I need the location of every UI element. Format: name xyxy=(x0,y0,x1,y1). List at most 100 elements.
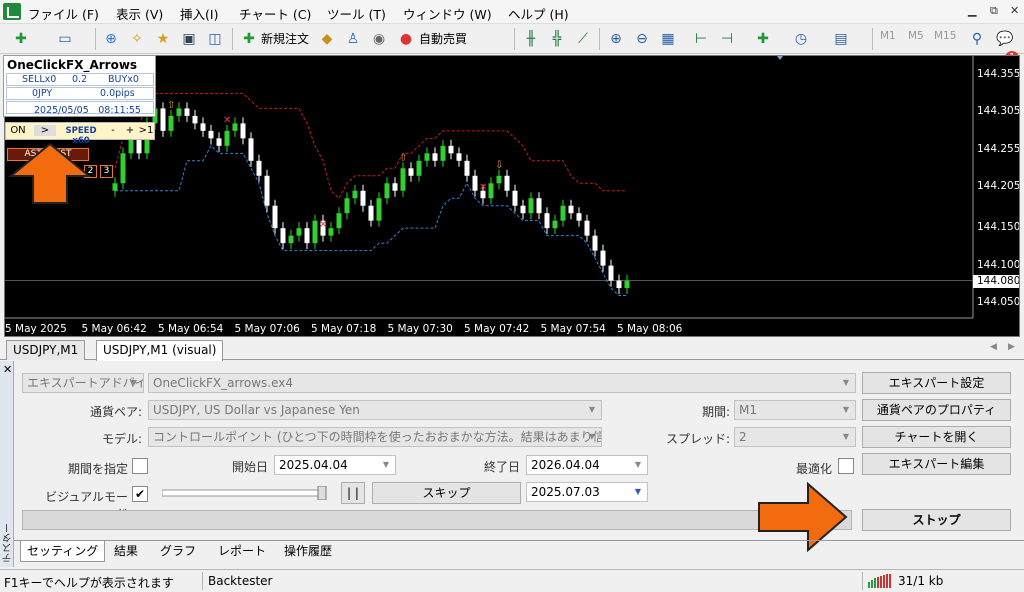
candle-body xyxy=(376,198,382,221)
buy-count[interactable]: BUYx0 xyxy=(108,74,139,85)
period-label: 期間: xyxy=(701,405,730,419)
timeframe-m15[interactable]: M15 xyxy=(934,30,956,42)
visual-mode-checkbox[interactable]: ✔ xyxy=(132,486,148,502)
sell-count[interactable]: SELLx0 xyxy=(22,74,56,85)
navigator-icon[interactable]: ★ xyxy=(152,28,174,50)
signal-marker: ⇧ xyxy=(167,100,175,111)
tester-icon[interactable]: ◫ xyxy=(204,28,226,50)
tab-journal[interactable]: 操作履歴 xyxy=(278,541,338,562)
candle-body xyxy=(472,175,478,191)
stop-button[interactable]: ストップ xyxy=(862,509,1011,531)
tab-usdjpy-m1[interactable]: USDJPY,M1 xyxy=(6,340,86,360)
candle-body xyxy=(544,213,550,229)
menu-insert[interactable]: 挿入(I) xyxy=(180,4,218,23)
signal-marker: ✕ xyxy=(319,220,327,231)
candle-body xyxy=(128,138,134,154)
restore-icon[interactable]: ⧉ xyxy=(990,4,998,18)
symbol-properties-button[interactable]: 通貨ペアのプロパティ xyxy=(862,399,1011,421)
candle-body xyxy=(272,205,278,229)
candle-body xyxy=(176,108,182,116)
period-select[interactable]: M1 ▼ xyxy=(734,400,856,420)
data-window-icon[interactable]: ✧ xyxy=(126,28,148,50)
timeframe-m1[interactable]: M1 xyxy=(880,30,896,42)
price-chart[interactable]: ✕ ✕ ✕ ⇧ ⇧ ⇩ 144.355 144.305 144.255 144.205 144.1… xyxy=(4,55,1020,337)
new-order-icon[interactable]: ✚ xyxy=(238,28,260,50)
signals-icon[interactable]: ♙ xyxy=(342,28,364,50)
tab-graph[interactable]: グラフ xyxy=(154,541,202,562)
candle-body xyxy=(200,123,206,131)
end-date-field[interactable]: 2026.04.04 ▼ xyxy=(526,455,648,475)
zoom-in-icon[interactable]: ⊕ xyxy=(605,28,627,50)
tile-windows-icon[interactable]: ▦ xyxy=(657,28,679,50)
optimize-checkbox[interactable] xyxy=(838,458,854,474)
terminal-icon[interactable]: ▣ xyxy=(178,28,200,50)
expert-settings-button[interactable]: エキスパート設定 xyxy=(862,372,1011,394)
candle-body xyxy=(368,205,374,221)
candle-body xyxy=(560,205,566,221)
skip-date-field[interactable]: 2025.07.03 ▼ xyxy=(526,482,648,502)
small-button-3[interactable]: 3 xyxy=(100,165,113,178)
profiles-icon[interactable]: ▭ xyxy=(54,28,76,50)
tab-scroll-left-icon[interactable]: ◀ xyxy=(990,342,997,352)
open-chart-button[interactable]: チャートを開く xyxy=(862,426,1011,448)
candle-body xyxy=(328,228,334,236)
model-select[interactable]: コントロールポイント (ひとつ下の時間枠を使ったおおまかな方法。結果はあまり信頼… xyxy=(148,427,602,447)
periods-icon[interactable]: ◷ xyxy=(790,28,812,50)
play-button[interactable]: > xyxy=(34,125,56,136)
step-button[interactable]: >1 xyxy=(138,125,154,136)
bar-chart-icon[interactable]: ╫ xyxy=(520,28,542,50)
expert-select[interactable]: OneClickFX_arrows.ex4 ▼ xyxy=(148,373,856,393)
tab-settings[interactable]: セッティング xyxy=(20,541,106,562)
tab-usdjpy-m1-visual[interactable]: USDJPY,M1 (visual) xyxy=(96,340,224,361)
notification-icon[interactable]: 💬 xyxy=(994,28,1016,50)
menu-chart[interactable]: チャート (C) xyxy=(239,4,311,23)
start-date-field[interactable]: 2025.04.04 ▼ xyxy=(274,455,396,475)
menu-tools[interactable]: ツール (T) xyxy=(327,4,386,23)
edit-expert-button[interactable]: エキスパート編集 xyxy=(862,453,1011,475)
menu-help[interactable]: ヘルプ (H) xyxy=(508,4,569,23)
mode-select[interactable]: エキスパートアドバイザ▼ xyxy=(22,373,144,393)
optimize-label: 最適化 xyxy=(795,462,832,476)
timeframe-m5[interactable]: M5 xyxy=(908,30,924,42)
lot-size[interactable]: 0.2 xyxy=(72,74,87,85)
candle-body xyxy=(256,160,262,176)
tab-scroll-right-icon[interactable]: ▶ xyxy=(1008,342,1015,352)
candlestick-icon[interactable]: ╬ xyxy=(546,28,568,50)
menu-file[interactable]: ファイル (F) xyxy=(28,4,99,23)
candle-body xyxy=(536,198,542,214)
candle-body xyxy=(312,220,318,244)
menu-window[interactable]: ウィンドウ (W) xyxy=(403,4,492,23)
templates-icon[interactable]: ▤ xyxy=(830,28,852,50)
chart-shift-icon[interactable]: ⊢ xyxy=(690,28,712,50)
candle-body xyxy=(600,250,606,266)
on-button[interactable]: ON xyxy=(8,125,28,136)
auto-trading-button[interactable]: 自動売買 xyxy=(419,30,467,47)
spread-select[interactable]: 2 ▼ xyxy=(734,427,856,447)
tester-close-icon[interactable]: ✕ xyxy=(3,363,12,376)
tab-report[interactable]: レポート xyxy=(212,541,272,562)
status-traffic: 31/1 kb xyxy=(898,574,944,588)
auto-scroll-icon[interactable]: ⊣ xyxy=(716,28,738,50)
market-icon[interactable]: ◉ xyxy=(368,28,390,50)
market-watch-icon[interactable]: ⊕ xyxy=(100,28,122,50)
speed-down-button[interactable]: - xyxy=(106,125,120,136)
close-icon[interactable]: ✕ xyxy=(1010,4,1019,17)
tab-results[interactable]: 結果 xyxy=(108,541,144,562)
pause-button[interactable]: | | xyxy=(341,482,365,504)
auto-trading-icon[interactable]: ● xyxy=(395,28,417,50)
indicators-icon[interactable]: ✚ xyxy=(752,28,774,50)
line-chart-icon[interactable]: ⟋ xyxy=(572,28,594,50)
start-date-label: 開始日 xyxy=(231,460,268,474)
menu-view[interactable]: 表示 (V) xyxy=(116,4,163,23)
search-icon[interactable]: ⚲ xyxy=(966,28,988,50)
minimize-icon[interactable]: ▁ xyxy=(968,4,976,17)
metaeditor-icon[interactable]: ◆ xyxy=(316,28,338,50)
speed-slider[interactable] xyxy=(162,486,328,500)
new-chart-icon[interactable]: ✚ xyxy=(10,28,32,50)
symbol-select[interactable]: USDJPY, US Dollar vs Japanese Yen ▼ xyxy=(148,400,602,420)
new-order-button[interactable]: 新規注文 xyxy=(261,30,309,47)
use-date-checkbox[interactable] xyxy=(132,458,148,474)
zoom-out-icon[interactable]: ⊖ xyxy=(631,28,653,50)
skip-button[interactable]: スキップ xyxy=(372,482,521,504)
speed-up-button[interactable]: + xyxy=(123,125,137,136)
